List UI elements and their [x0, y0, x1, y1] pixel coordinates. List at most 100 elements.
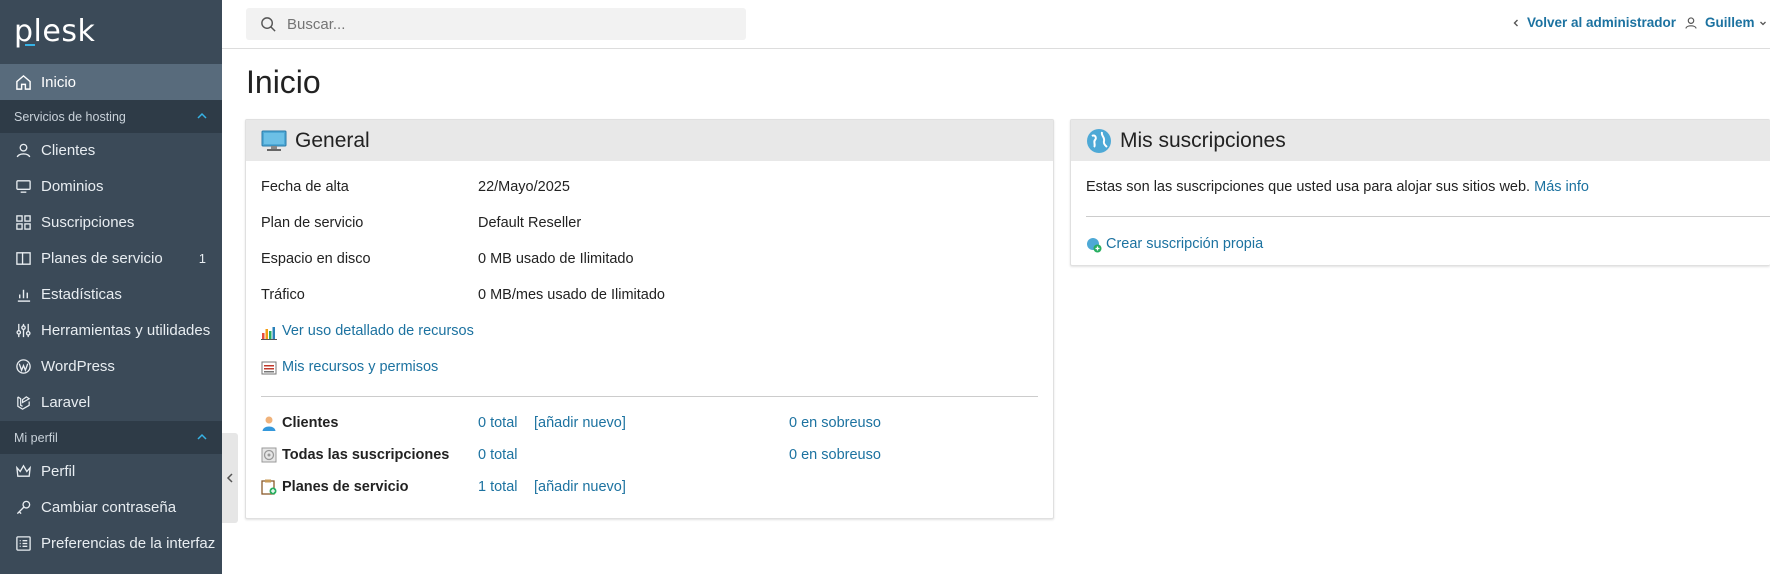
- general-card: General Fecha de alta 22/Mayo/2025 Plan …: [245, 119, 1054, 519]
- general-divider: [261, 396, 1038, 397]
- add-client-link[interactable]: [añadir nuevo]: [534, 415, 626, 431]
- section-label: Mi perfil: [14, 430, 58, 445]
- user-icon: [14, 141, 32, 159]
- general-card-title: General: [295, 128, 370, 152]
- create-subscription-link[interactable]: Crear suscripción propia: [1106, 236, 1263, 252]
- wordpress-icon: [14, 357, 32, 375]
- sidebar-item-label: Perfil: [41, 462, 76, 480]
- bar-chart-icon: [14, 285, 32, 303]
- back-link-label: Volver al administrador: [1527, 15, 1677, 30]
- section-hosting-header[interactable]: Servicios de hosting: [0, 100, 222, 133]
- sidebar-item-label: Laravel: [41, 393, 91, 411]
- clients-total-link[interactable]: 0 total: [478, 415, 518, 431]
- sidebar-item-label: Suscripciones: [41, 213, 135, 231]
- subscriptions-card-header: Mis suscripciones: [1071, 120, 1770, 161]
- sidebar-item-planes[interactable]: Planes de servicio 1: [0, 240, 222, 276]
- chevron-left-icon: [1513, 19, 1518, 26]
- home-icon: [14, 73, 32, 91]
- sidebar-item-laravel[interactable]: Laravel: [0, 384, 222, 420]
- service-plan-label: Plan de servicio: [261, 215, 364, 231]
- user-name: Guillem: [1705, 15, 1755, 30]
- list-icon: [14, 534, 32, 552]
- disk-space-value: 0 MB usado de Ilimitado: [478, 251, 634, 267]
- subscriptions-description-text: Estas son las suscripciones que usted us…: [1086, 179, 1531, 195]
- back-to-admin-link[interactable]: Volver al administrador: [1512, 15, 1676, 30]
- sidebar-item-wordpress[interactable]: WordPress: [0, 348, 222, 384]
- page-title: Inicio: [246, 64, 321, 100]
- sidebar-item-label: Dominios: [41, 177, 104, 195]
- search-box[interactable]: [246, 8, 746, 40]
- sidebar-item-suscripciones[interactable]: Suscripciones: [0, 204, 222, 240]
- subscriptions-total-link[interactable]: 0 total: [478, 447, 518, 463]
- subscriptions-card-title: Mis suscripciones: [1120, 128, 1286, 152]
- monitor-icon: [261, 130, 287, 151]
- sidebar-item-label: WordPress: [41, 357, 115, 375]
- key-icon: [14, 498, 32, 516]
- sidebar-item-perfil[interactable]: Perfil: [0, 453, 222, 489]
- sidebar-item-label: Preferencias de la interfaz: [41, 534, 216, 552]
- user-menu[interactable]: Guillem: [1684, 15, 1767, 30]
- subscriptions-summary-label: Todas las suscripciones: [282, 447, 450, 463]
- subscriptions-description: Estas son las suscripciones que usted us…: [1086, 179, 1589, 195]
- search-input[interactable]: [287, 15, 727, 33]
- sidebar-item-dominios[interactable]: Dominios: [0, 168, 222, 204]
- resource-chart-icon: [261, 327, 277, 340]
- sidebar-item-inicio[interactable]: Inicio: [0, 64, 222, 100]
- section-profile-header[interactable]: Mi perfil: [0, 421, 222, 454]
- general-card-header: General: [246, 120, 1053, 161]
- globe-icon: [1087, 128, 1111, 153]
- monitor-icon: [14, 177, 32, 195]
- laravel-icon: [14, 393, 32, 411]
- user-icon: [1685, 16, 1697, 29]
- sidebar-item-label: Estadísticas: [41, 285, 122, 303]
- clients-icon: [262, 416, 276, 431]
- more-info-link[interactable]: Más info: [1534, 179, 1589, 195]
- section-label: Servicios de hosting: [14, 109, 126, 124]
- subscriptions-card: Mis suscripciones Estas son las suscripc…: [1070, 119, 1770, 266]
- clients-overuse-link[interactable]: 0 en sobreuso: [789, 415, 881, 431]
- top-bar: Volver al administrador Guillem: [222, 0, 1770, 49]
- traffic-label: Tráfico: [261, 287, 305, 303]
- resources-permissions-link[interactable]: Mis recursos y permisos: [282, 359, 438, 375]
- service-plans-icon: [261, 479, 277, 495]
- sidebar-item-estadisticas[interactable]: Estadísticas: [0, 276, 222, 312]
- chevron-up-icon: [197, 433, 207, 440]
- sidebar: plesk Inicio Servicios de hosting Client…: [0, 0, 222, 574]
- book-icon: [14, 249, 32, 267]
- signup-date-value: 22/Mayo/2025: [478, 179, 570, 195]
- signup-date-label: Fecha de alta: [261, 179, 349, 195]
- subscriptions-icon: [261, 447, 277, 463]
- sidebar-item-label: Planes de servicio: [41, 249, 163, 267]
- disk-space-label: Espacio en disco: [261, 251, 371, 267]
- plans-total-link[interactable]: 1 total: [478, 479, 518, 495]
- add-subscription-icon: [1087, 238, 1102, 253]
- sidebar-collapse-button[interactable]: [222, 433, 238, 523]
- grid-icon: [14, 213, 32, 231]
- crown-icon: [14, 462, 32, 480]
- sidebar-item-label: Herramientas y utilidades: [41, 321, 211, 339]
- sidebar-item-label: Inicio: [41, 73, 77, 91]
- sidebar-item-label: Clientes: [41, 141, 96, 159]
- resources-list-icon: [261, 361, 277, 375]
- plans-count-badge: 1: [198, 250, 206, 266]
- subscriptions-divider: [1086, 216, 1770, 217]
- logo-accent: [25, 44, 35, 46]
- chevron-left-icon: [226, 473, 233, 483]
- search-icon: [261, 16, 276, 32]
- sidebar-item-herramientas[interactable]: Herramientas y utilidades: [0, 312, 222, 348]
- service-plan-value: Default Reseller: [478, 215, 582, 231]
- app-root: plesk Inicio Servicios de hosting Client…: [0, 0, 1770, 574]
- sliders-icon: [14, 321, 32, 339]
- plans-summary-label: Planes de servicio: [282, 479, 409, 495]
- sidebar-item-clientes[interactable]: Clientes: [0, 132, 222, 168]
- sidebar-item-cambiar-contrasena[interactable]: Cambiar contraseña: [0, 489, 222, 525]
- sidebar-item-label: Cambiar contraseña: [41, 498, 177, 516]
- traffic-value: 0 MB/mes usado de Ilimitado: [478, 287, 665, 303]
- subscriptions-overuse-link[interactable]: 0 en sobreuso: [789, 447, 881, 463]
- chevron-up-icon: [197, 112, 207, 119]
- clients-summary-label: Clientes: [282, 415, 339, 431]
- chevron-down-icon: [1759, 21, 1766, 25]
- detailed-usage-link[interactable]: Ver uso detallado de recursos: [282, 323, 474, 339]
- sidebar-item-preferencias[interactable]: Preferencias de la interfaz: [0, 525, 222, 561]
- add-plan-link[interactable]: [añadir nuevo]: [534, 479, 626, 495]
